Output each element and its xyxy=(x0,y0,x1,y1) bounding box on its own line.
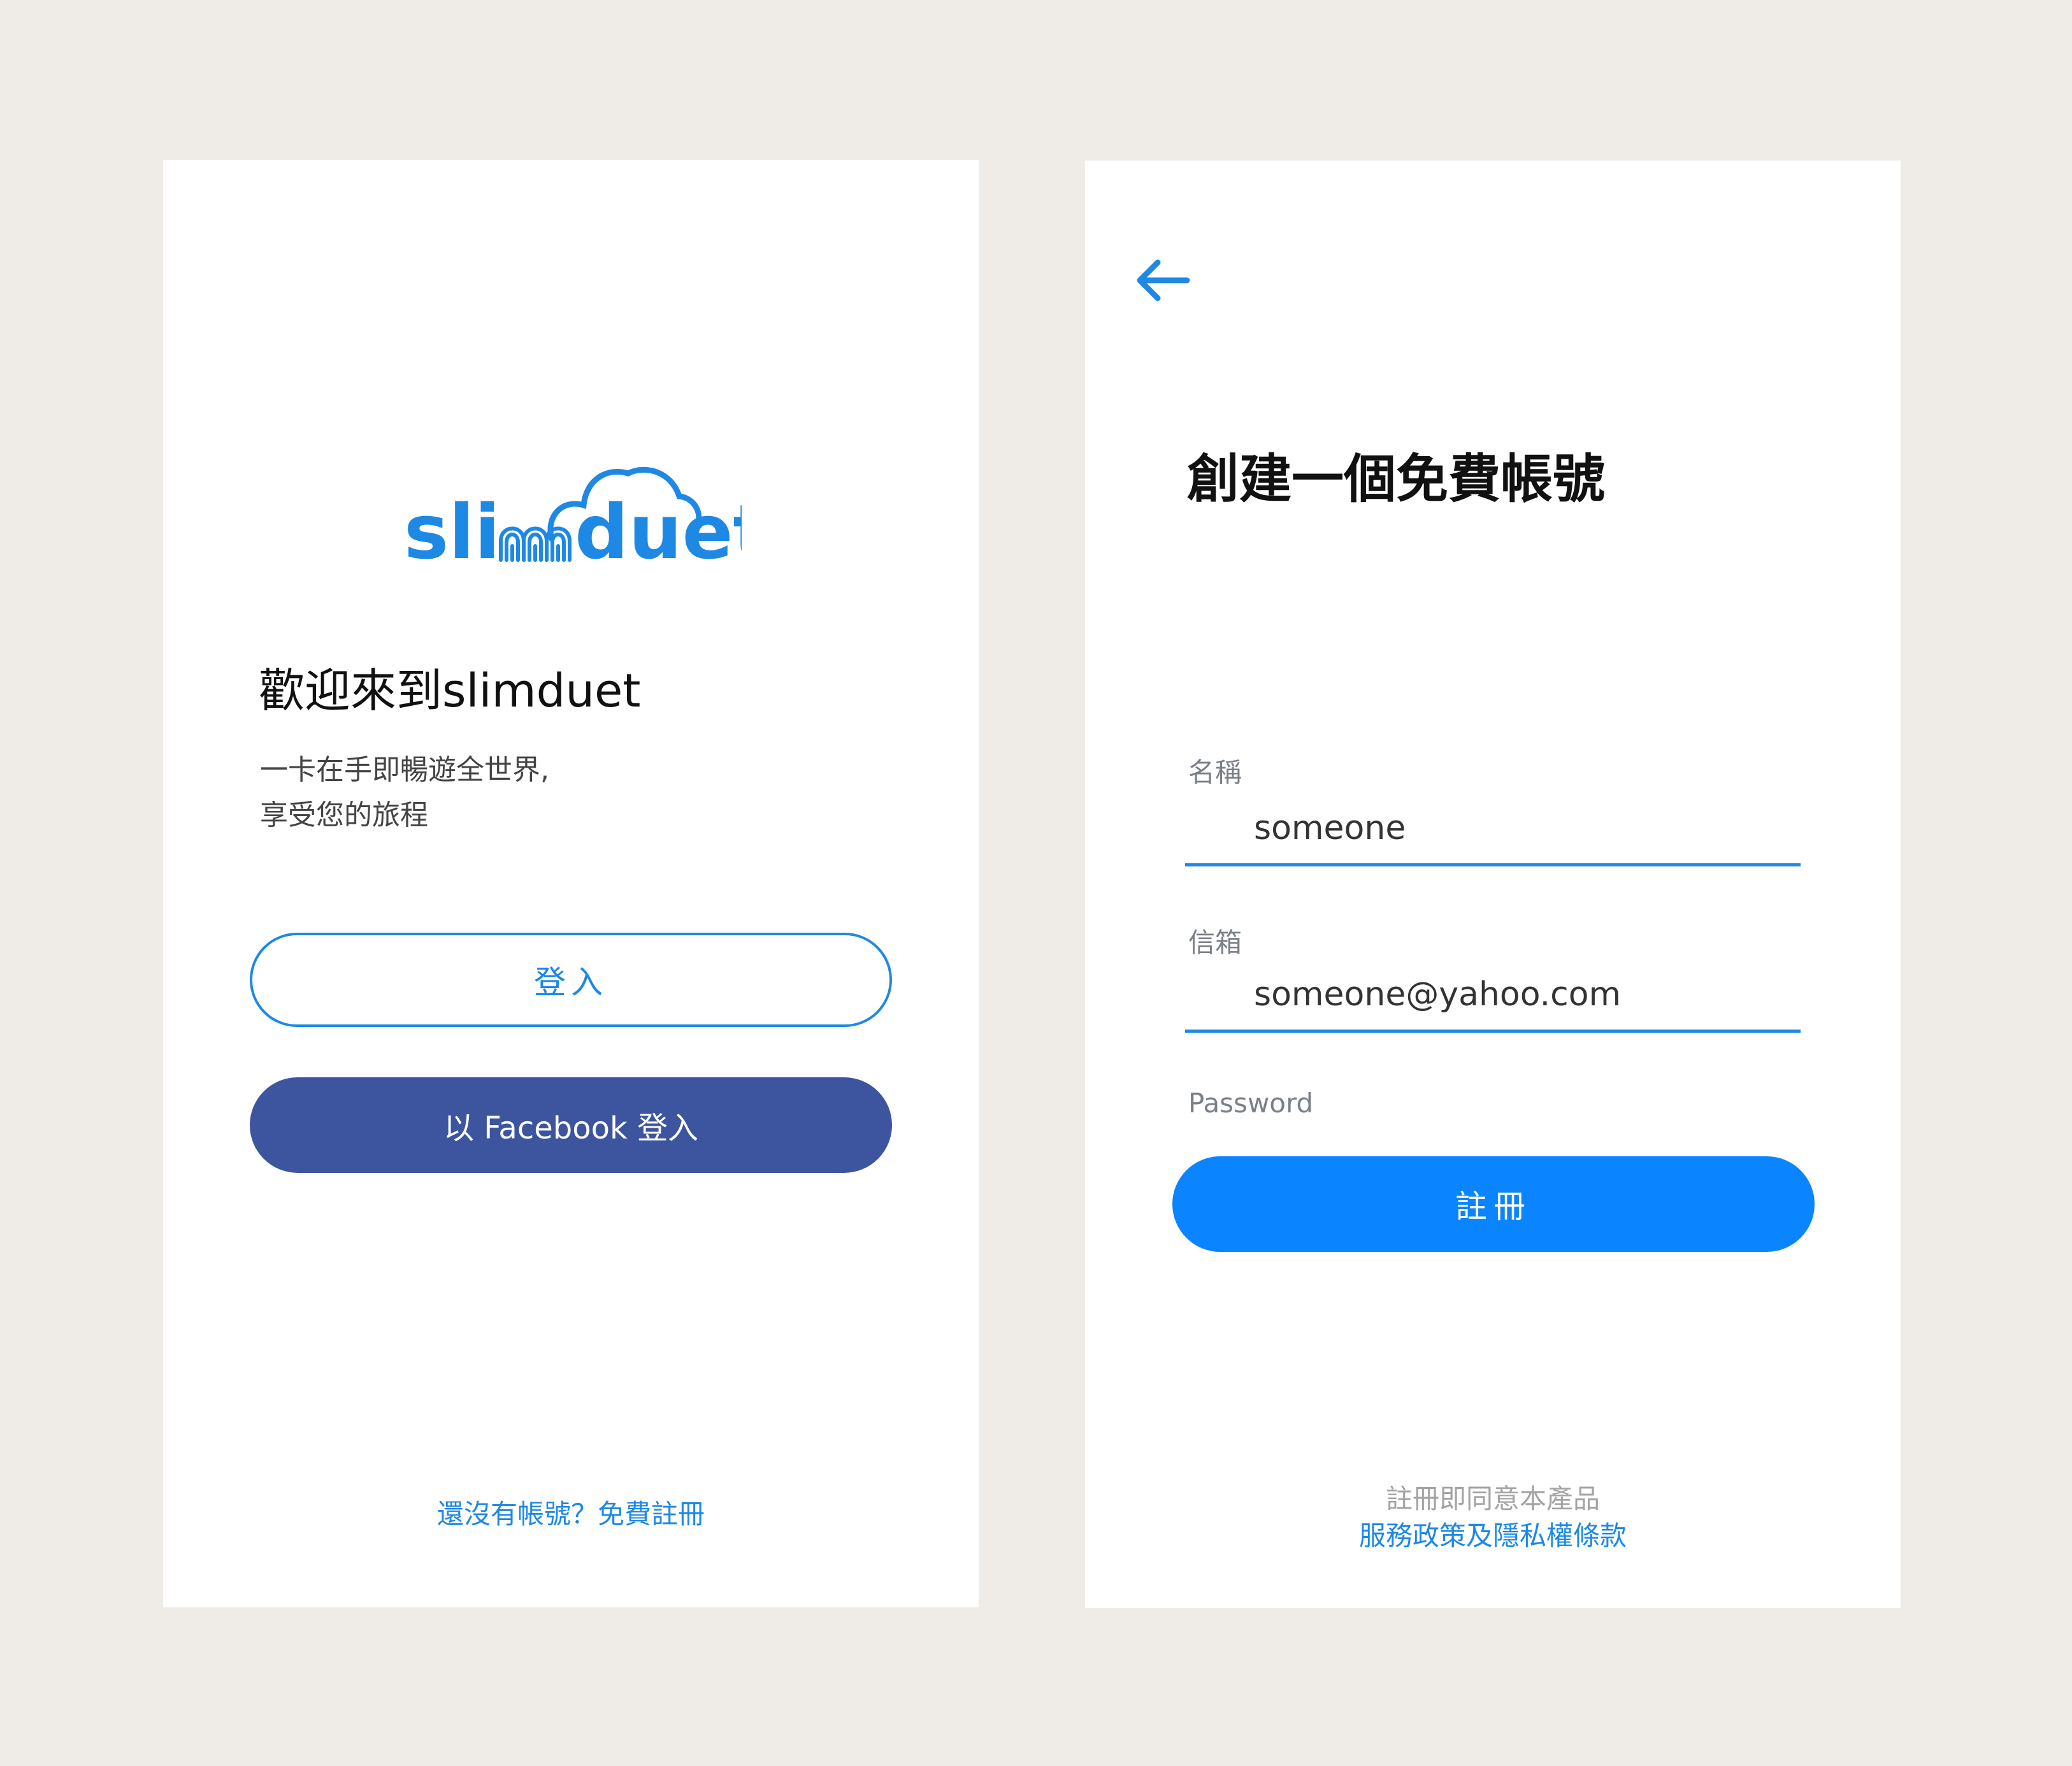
terms-privacy-link[interactable]: 服務政策及隱私權條款 xyxy=(1085,1523,1901,1549)
register-button-label: 註冊 xyxy=(1455,1188,1532,1225)
facebook-login-button-label: 以 Facebook 登入 xyxy=(443,1110,699,1146)
arrow-left-icon[interactable] xyxy=(1131,250,1195,313)
signup-screen: 創建一個免費帳號 名稱 信箱 Password 註冊 註冊即同意本產品 服務政策… xyxy=(1085,161,1901,1608)
password-field-label: Password xyxy=(1188,1088,1314,1119)
welcome-title: 歡迎來到slimduet xyxy=(259,664,641,717)
svg-text:duet: duet xyxy=(575,488,742,574)
welcome-subtitle-line-2: 享受您的旅程 xyxy=(260,799,428,831)
name-field-label: 名稱 xyxy=(1188,757,1242,788)
welcome-screen: sli duet 歡迎來到slimduet 一卡在手即暢遊全世界, 享受您的旅程… xyxy=(163,160,979,1607)
email-input[interactable] xyxy=(1185,963,1801,1033)
login-button-label: 登入 xyxy=(534,964,608,1001)
slimduet-logo: sli duet xyxy=(404,466,742,574)
email-field-label: 信箱 xyxy=(1188,927,1242,958)
svg-text:sli: sli xyxy=(404,488,500,574)
signup-title: 創建一個免費帳號 xyxy=(1187,449,1606,510)
terms-prefix-text: 註冊即同意本產品 xyxy=(1385,1483,1600,1514)
welcome-subtitle-line-1: 一卡在手即暢遊全世界, xyxy=(260,754,549,786)
login-button[interactable]: 登入 xyxy=(250,933,892,1027)
register-button[interactable]: 註冊 xyxy=(1172,1156,1815,1252)
name-input[interactable] xyxy=(1185,796,1801,866)
facebook-login-button[interactable]: 以 Facebook 登入 xyxy=(250,1077,892,1173)
free-register-link[interactable]: 還沒有帳號？免費註冊 xyxy=(163,1501,979,1528)
